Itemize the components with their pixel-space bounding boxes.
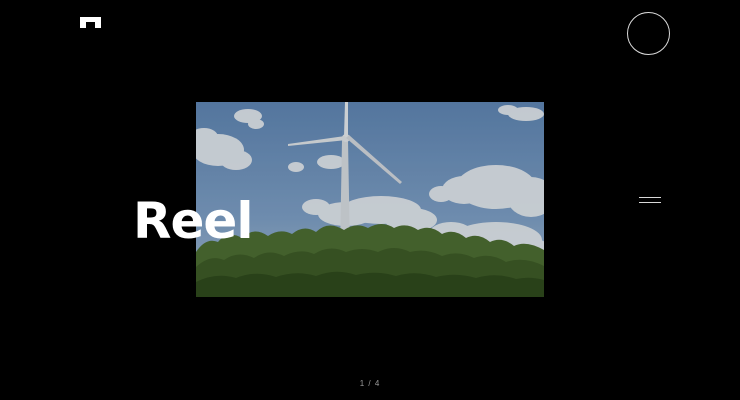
menu-line-top [639,197,661,198]
logo-mark-icon[interactable] [80,17,101,28]
pager-current: 1 [359,379,366,388]
menu-line-bottom [639,202,661,203]
page: Reel 1 / 4 [0,0,740,400]
pager-separator: / [368,379,372,388]
circle-button[interactable] [627,12,670,55]
pager-total: 4 [374,379,381,388]
page-title: Reel [133,192,253,250]
pagination: 1 / 4 [340,378,400,390]
hamburger-menu-icon[interactable] [636,192,664,208]
